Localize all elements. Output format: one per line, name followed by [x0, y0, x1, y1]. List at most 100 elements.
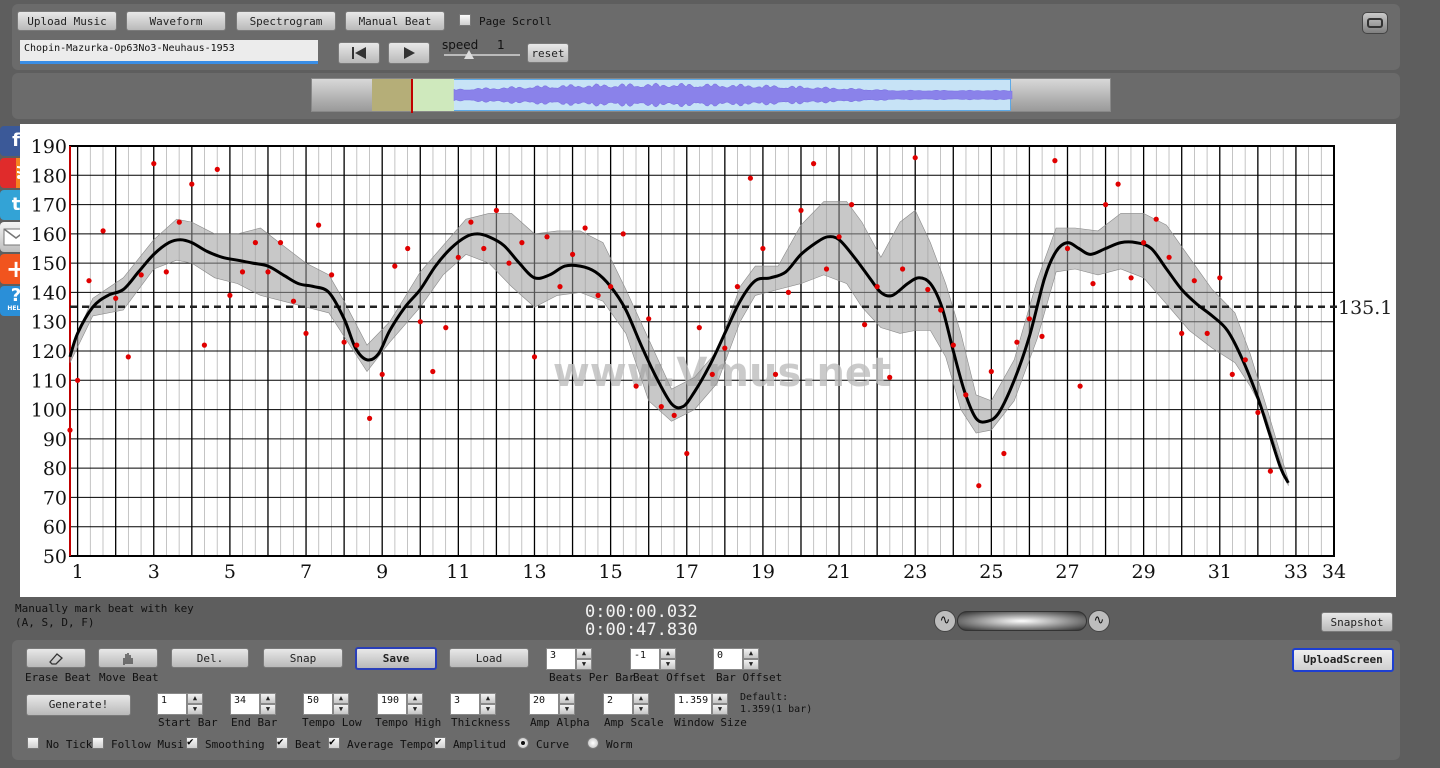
beat-point[interactable] [100, 228, 106, 234]
increment-icon[interactable]: ▲ [633, 693, 649, 704]
thickness-value[interactable]: 3 [450, 693, 480, 715]
decrement-icon[interactable]: ▼ [407, 704, 423, 715]
spectrogram-button[interactable]: Spectrogram [236, 11, 336, 31]
beat-point[interactable] [1115, 181, 1121, 187]
beat-point[interactable] [86, 278, 92, 284]
waveform-overview[interactable] [311, 78, 1111, 113]
window-size-value[interactable]: 1.359 [674, 693, 712, 715]
follow-music-checkbox[interactable] [92, 737, 104, 749]
tempo-chart[interactable]: 50 60 70 80 90 100 110 120 130 140 150 160 170 180 190… [20, 124, 1396, 597]
beat-point[interactable] [176, 219, 182, 225]
increment-icon[interactable]: ▲ [407, 693, 423, 704]
beat-point[interactable] [760, 245, 766, 252]
beat-point[interactable] [950, 342, 956, 348]
tempo-low-value[interactable]: 50 [303, 693, 333, 715]
beat-point[interactable] [976, 483, 982, 489]
beat-point[interactable] [265, 269, 271, 275]
increment-icon[interactable]: ▲ [743, 648, 759, 659]
beat-point[interactable] [684, 450, 690, 457]
beat-point[interactable] [544, 234, 550, 240]
beat-point[interactable] [367, 415, 373, 421]
beat-point[interactable] [646, 316, 652, 322]
decrement-icon[interactable]: ▼ [633, 704, 649, 715]
volume-control[interactable]: ∿ ∿ [934, 610, 1110, 632]
amp-alpha-value[interactable]: 20 [529, 693, 559, 715]
speed-slider[interactable] [444, 50, 520, 59]
increment-icon[interactable]: ▲ [660, 648, 676, 659]
start-bar-value[interactable]: 1 [157, 693, 187, 715]
beat-point[interactable] [1204, 330, 1210, 336]
beat-point[interactable] [239, 269, 246, 275]
beat-point[interactable] [1090, 281, 1096, 287]
beat-point[interactable] [938, 307, 944, 313]
beat-point[interactable] [1217, 275, 1223, 281]
curve-radio[interactable] [517, 737, 529, 749]
beat-point[interactable] [277, 240, 284, 246]
file-name-field[interactable]: Chopin-Mazurka-Op63No3-Neuhaus-1953 [20, 40, 318, 64]
manual-beat-button[interactable]: Manual Beat [345, 11, 445, 31]
beat-point[interactable] [290, 298, 297, 304]
load-button[interactable]: Load [449, 648, 529, 668]
erase-beat-button[interactable] [26, 648, 86, 668]
beat-point[interactable] [417, 319, 423, 325]
beat-point[interactable] [874, 284, 880, 290]
increment-icon[interactable]: ▲ [559, 693, 575, 704]
beat-point[interactable] [620, 231, 626, 237]
beat-point[interactable] [227, 292, 233, 298]
beat-point[interactable] [912, 155, 918, 161]
beat-point[interactable] [519, 240, 525, 246]
beat-point[interactable] [138, 272, 144, 278]
beat-point[interactable] [709, 371, 715, 377]
beat-point[interactable] [468, 219, 474, 225]
beat-point[interactable] [1128, 275, 1134, 281]
beat-point[interactable] [151, 161, 157, 167]
beat-point[interactable] [823, 266, 830, 272]
decrement-icon[interactable]: ▼ [743, 659, 759, 670]
no-tick-checkbox[interactable] [27, 737, 39, 749]
increment-icon[interactable]: ▲ [480, 693, 496, 704]
beat-point[interactable] [722, 345, 728, 351]
beat-point[interactable] [125, 354, 131, 360]
move-beat-button[interactable] [98, 648, 158, 668]
beat-point[interactable] [316, 222, 322, 228]
waveform-button[interactable]: Waveform [126, 11, 226, 31]
beat-point[interactable] [747, 175, 754, 181]
beat-point[interactable] [392, 263, 398, 269]
beat-point[interactable] [862, 322, 868, 328]
beat-point[interactable] [481, 245, 487, 252]
worm-radio[interactable] [587, 737, 599, 749]
beat-point[interactable] [1026, 316, 1032, 322]
decrement-icon[interactable]: ▼ [480, 704, 496, 715]
beat-point[interactable] [811, 161, 817, 167]
beat-point[interactable] [189, 181, 195, 187]
volume-slider[interactable] [957, 611, 1087, 631]
decrement-icon[interactable]: ▼ [559, 704, 575, 715]
beat-point[interactable] [252, 240, 258, 246]
beat-point[interactable] [988, 368, 994, 375]
beat-point[interactable] [1103, 202, 1109, 208]
end-bar-value[interactable]: 34 [230, 693, 260, 715]
beat-point[interactable] [798, 207, 804, 213]
beat-point[interactable] [1179, 330, 1185, 336]
beat-point[interactable] [113, 295, 119, 301]
save-button[interactable]: Save [355, 647, 437, 670]
decrement-icon[interactable]: ▼ [660, 659, 676, 670]
beat-point[interactable] [1255, 409, 1261, 416]
beat-point[interactable] [1267, 468, 1273, 474]
increment-icon[interactable]: ▲ [576, 648, 592, 659]
upload-music-button[interactable]: Upload Music [17, 11, 117, 31]
beat-point[interactable] [836, 234, 842, 240]
beat-point[interactable] [887, 374, 893, 380]
decrement-icon[interactable]: ▼ [712, 704, 728, 715]
page-scroll-checkbox[interactable] [459, 14, 471, 26]
decrement-icon[interactable]: ▼ [260, 704, 276, 715]
beat-point[interactable] [925, 286, 931, 293]
decrement-icon[interactable]: ▼ [333, 704, 349, 715]
increment-icon[interactable]: ▲ [260, 693, 276, 704]
beat-point[interactable] [1166, 254, 1172, 260]
generate-button[interactable]: Generate! [26, 694, 131, 716]
beat-point[interactable] [1229, 371, 1235, 377]
beat-point[interactable] [1141, 240, 1147, 246]
tempo-high-value[interactable]: 190 [377, 693, 407, 715]
decrement-icon[interactable]: ▼ [187, 704, 203, 715]
